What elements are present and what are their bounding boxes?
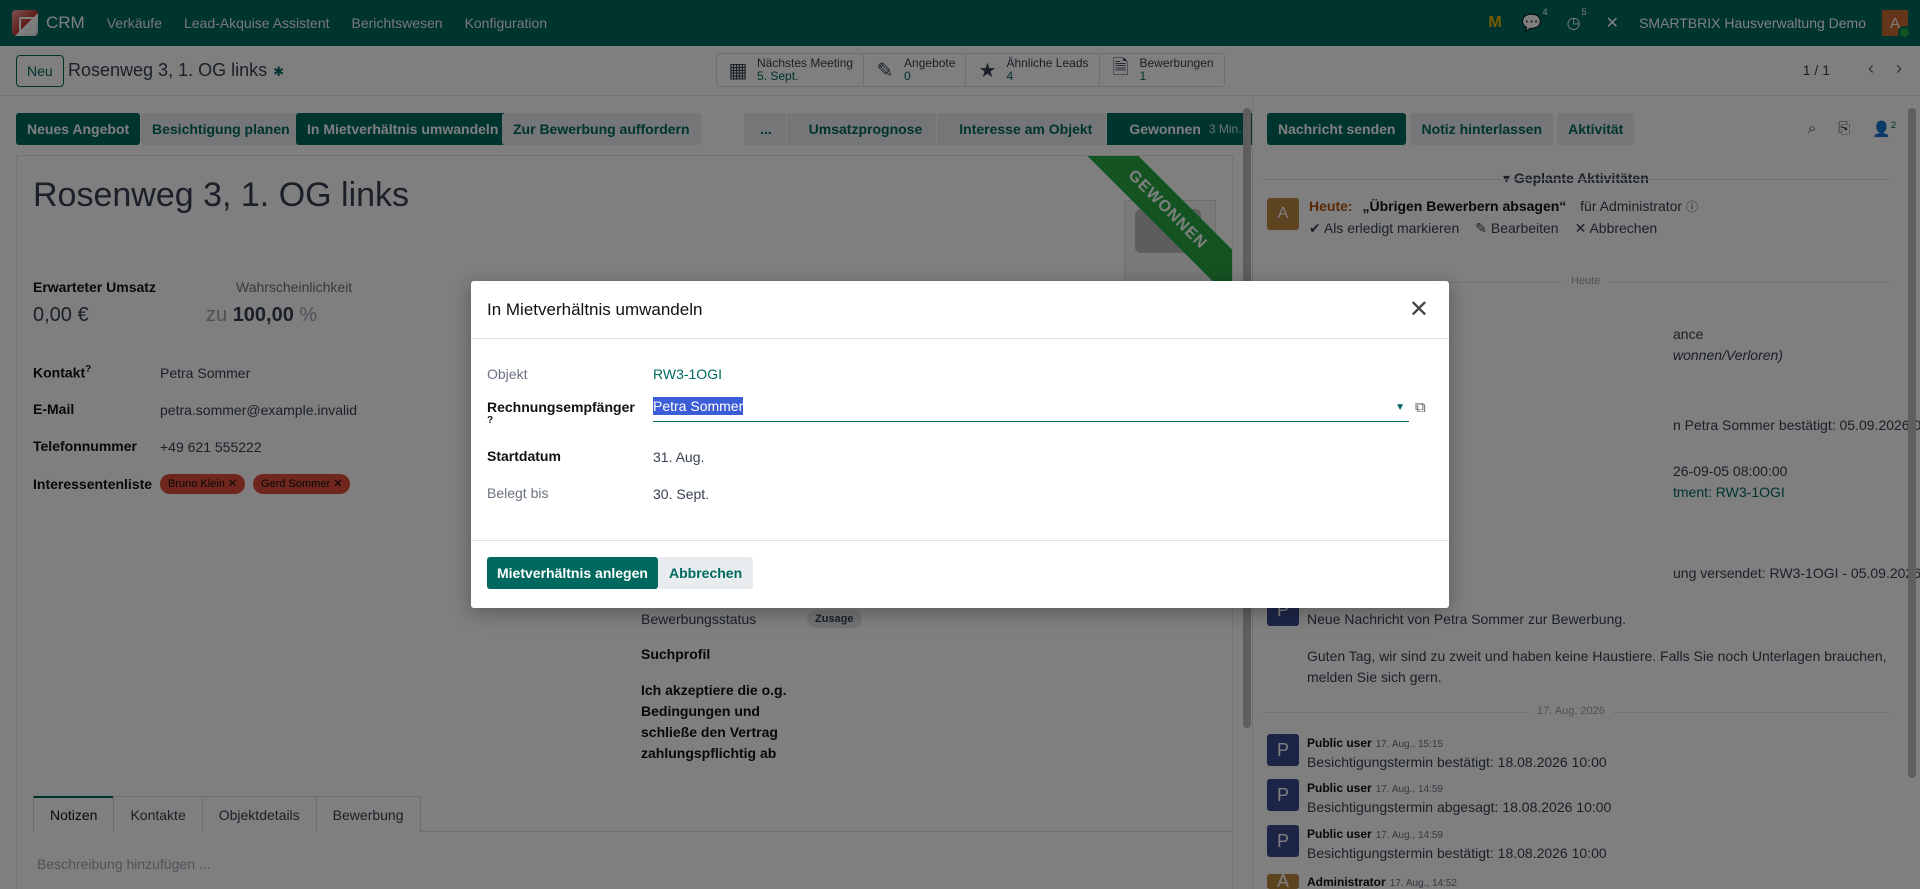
object-link[interactable]: RW3-1OGI xyxy=(653,366,722,382)
create-tenancy-button[interactable]: Mietverhältnis anlegen xyxy=(487,557,658,589)
caret-down-icon[interactable]: ▼ xyxy=(1395,402,1405,413)
dialog-header: In Mietverhältnis umwandeln ✕ xyxy=(471,281,1449,339)
cancel-button[interactable]: Abbrechen xyxy=(658,557,754,589)
external-link-icon[interactable]: ⧉ xyxy=(1415,399,1426,416)
start-date-label: Startdatum xyxy=(487,448,561,464)
object-label: Objekt xyxy=(487,366,528,382)
dialog-footer: Mietverhältnis anlegen Abbrechen xyxy=(471,540,1449,608)
dialog-body: Objekt RW3-1OGI Rechnungsempfänger? Petr… xyxy=(471,339,1449,540)
recipient-input[interactable]: Petra Sommer ▼ xyxy=(653,397,1409,422)
recipient-label-text: Rechnungsempfänger xyxy=(487,399,635,415)
start-date-value[interactable]: 31. Aug. xyxy=(653,449,704,465)
convert-tenancy-dialog: In Mietverhältnis umwandeln ✕ Objekt RW3… xyxy=(471,281,1449,608)
dialog-title: In Mietverhältnis umwandeln xyxy=(487,300,703,319)
recipient-value: Petra Sommer xyxy=(653,397,744,415)
recipient-label: Rechnungsempfänger? xyxy=(487,399,635,432)
recipient-help-icon[interactable]: ? xyxy=(487,415,493,426)
close-icon[interactable]: ✕ xyxy=(1409,295,1429,324)
occupied-until-label: Belegt bis xyxy=(487,485,549,501)
occupied-until-value[interactable]: 30. Sept. xyxy=(653,486,709,502)
